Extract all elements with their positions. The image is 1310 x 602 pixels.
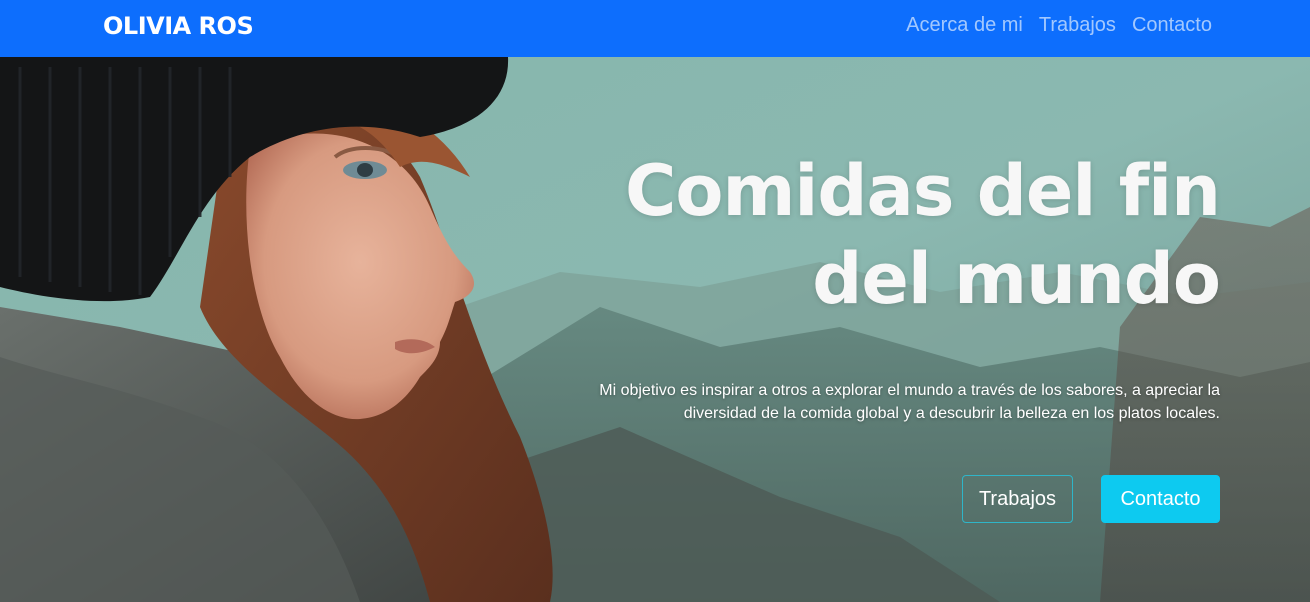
- nav-links: Acerca de mi Trabajos Contacto: [906, 14, 1212, 37]
- page: OLIVIA ROS Acerca de mi Trabajos Contact…: [0, 0, 1310, 602]
- brand-logo[interactable]: OLIVIA ROS: [103, 12, 254, 40]
- nav-link-works[interactable]: Trabajos: [1039, 14, 1116, 37]
- works-button[interactable]: Trabajos: [962, 475, 1073, 523]
- hero-description: Mi objetivo es inspirar a otros a explor…: [599, 382, 1220, 422]
- contact-button[interactable]: Contacto: [1101, 475, 1220, 523]
- hero-title: Comidas del fin del mundo: [624, 150, 1221, 320]
- nav-link-contact[interactable]: Contacto: [1132, 14, 1212, 37]
- navbar: OLIVIA ROS Acerca de mi Trabajos Contact…: [0, 0, 1310, 57]
- hero-section: Comidas del fin del mundo Mi objetivo es…: [0, 57, 1310, 602]
- nav-link-about[interactable]: Acerca de mi: [906, 14, 1023, 37]
